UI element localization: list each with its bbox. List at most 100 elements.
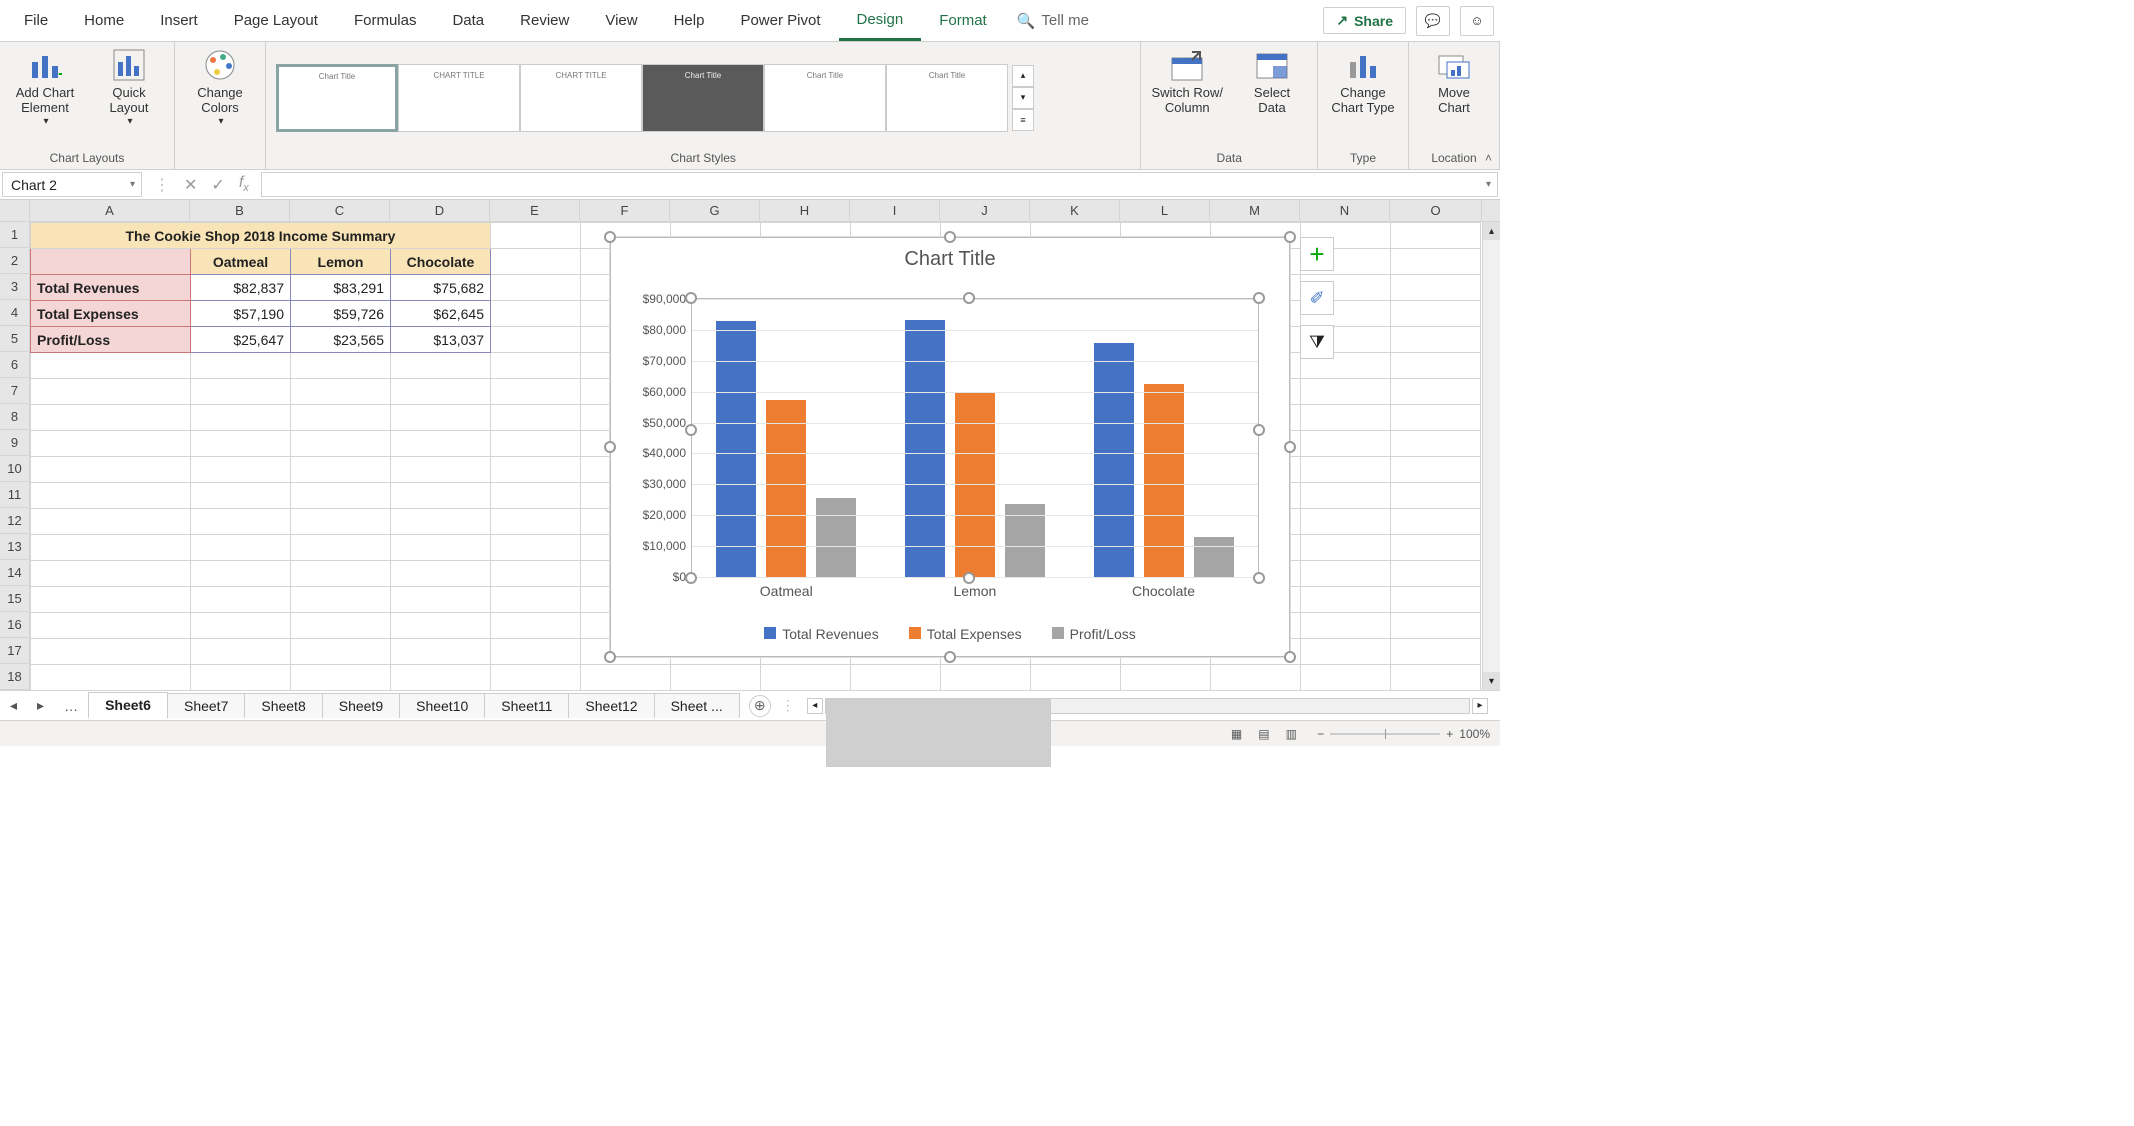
row-header[interactable]: 9 (0, 430, 30, 456)
cancel-icon[interactable]: ✕ (184, 175, 197, 195)
plot-resize-handle[interactable] (685, 292, 697, 304)
tab-format[interactable]: Format (921, 0, 1005, 41)
sheet-nav-more[interactable]: … (54, 698, 88, 714)
sheet-tab[interactable]: Sheet6 (88, 692, 168, 719)
page-break-view-icon[interactable]: ▥ (1279, 727, 1303, 741)
tellme-search[interactable]: 🔍 Tell me (1005, 12, 1101, 30)
cell[interactable]: The Cookie Shop 2018 Income Summary (31, 223, 491, 249)
plot-resize-handle[interactable] (963, 572, 975, 584)
scroll-down-icon[interactable]: ▾ (1483, 672, 1500, 690)
row-header[interactable]: 18 (0, 664, 30, 690)
namebox-options-icon[interactable]: ⋮ (154, 175, 170, 195)
cell[interactable]: $23,565 (291, 327, 391, 353)
cell[interactable]: $59,726 (291, 301, 391, 327)
styles-down-button[interactable]: ▾ (1012, 87, 1034, 109)
cell[interactable]: Profit/Loss (31, 327, 191, 353)
new-sheet-button[interactable]: ⊕ (749, 695, 771, 717)
resize-handle[interactable] (944, 231, 956, 243)
resize-handle[interactable] (604, 651, 616, 663)
column-header[interactable]: G (670, 200, 760, 221)
cell[interactable]: $82,837 (191, 275, 291, 301)
styles-expand-button[interactable]: ≡ (1012, 109, 1034, 131)
row-header[interactable]: 5 (0, 326, 30, 352)
chart-bar[interactable] (905, 320, 945, 577)
legend-entry[interactable]: Profit/Loss (1052, 626, 1136, 642)
row-header[interactable]: 10 (0, 456, 30, 482)
resize-handle[interactable] (1284, 441, 1296, 453)
sheet-options-icon[interactable]: ⋮ (781, 697, 795, 714)
legend-entry[interactable]: Total Revenues (764, 626, 879, 642)
resize-handle[interactable] (1284, 231, 1296, 243)
horizontal-scrollbar[interactable]: ◂ ▸ (805, 698, 1490, 714)
column-header[interactable]: H (760, 200, 850, 221)
column-header[interactable]: M (1210, 200, 1300, 221)
comments-button[interactable]: 💬 (1416, 6, 1450, 36)
cell[interactable]: $13,037 (391, 327, 491, 353)
switch-row-column-button[interactable]: Switch Row/ Column (1151, 48, 1223, 116)
tab-home[interactable]: Home (66, 0, 142, 41)
plot-resize-handle[interactable] (685, 424, 697, 436)
row-header[interactable]: 13 (0, 534, 30, 560)
sheet-nav-next[interactable]: ▸ (27, 697, 54, 714)
name-box[interactable]: Chart 2 (2, 172, 142, 197)
tab-view[interactable]: View (587, 0, 655, 41)
zoom-out-button[interactable]: − (1317, 727, 1324, 741)
chart-style-5[interactable]: Chart Title (764, 64, 886, 132)
chart-styles-button[interactable]: ✐ (1300, 281, 1334, 315)
resize-handle[interactable] (1284, 651, 1296, 663)
page-layout-view-icon[interactable]: ▤ (1252, 727, 1276, 741)
row-header[interactable]: 14 (0, 560, 30, 586)
scroll-left-icon[interactable]: ◂ (807, 698, 823, 714)
scroll-right-icon[interactable]: ▸ (1472, 698, 1488, 714)
resize-handle[interactable] (604, 441, 616, 453)
row-header[interactable]: 7 (0, 378, 30, 404)
chart-bar[interactable] (816, 498, 856, 577)
sheet-tab[interactable]: Sheet10 (399, 693, 485, 718)
tab-insert[interactable]: Insert (142, 0, 216, 41)
row-header[interactable]: 11 (0, 482, 30, 508)
formula-input[interactable] (261, 172, 1498, 197)
row-header[interactable]: 17 (0, 638, 30, 664)
chart-plot-area[interactable]: $0$10,000$20,000$30,000$40,000$50,000$60… (691, 298, 1259, 578)
column-header[interactable]: D (390, 200, 490, 221)
change-chart-type-button[interactable]: Change Chart Type (1328, 48, 1398, 116)
cell[interactable]: Chocolate (391, 249, 491, 275)
plot-resize-handle[interactable] (685, 572, 697, 584)
chart-style-1[interactable]: Chart Title (276, 64, 398, 132)
row-header[interactable]: 15 (0, 586, 30, 612)
cell[interactable]: $57,190 (191, 301, 291, 327)
row-header[interactable]: 2 (0, 248, 30, 274)
sheet-tab[interactable]: Sheet ... (654, 693, 740, 718)
column-header[interactable]: N (1300, 200, 1390, 221)
column-header[interactable]: K (1030, 200, 1120, 221)
enter-icon[interactable]: ✓ (211, 175, 224, 195)
cell-grid[interactable]: The Cookie Shop 2018 Income Summary Oatm… (30, 222, 1482, 690)
column-header[interactable]: O (1390, 200, 1482, 221)
plot-resize-handle[interactable] (1253, 572, 1265, 584)
tab-power-pivot[interactable]: Power Pivot (722, 0, 838, 41)
column-header[interactable]: A (30, 200, 190, 221)
chart-bar[interactable] (716, 321, 756, 577)
column-header[interactable]: I (850, 200, 940, 221)
plot-resize-handle[interactable] (1253, 292, 1265, 304)
chart-legend[interactable]: Total Revenues Total Expenses Profit/Loss (611, 626, 1289, 642)
styles-up-button[interactable]: ▴ (1012, 65, 1034, 87)
chart-bar[interactable] (1094, 343, 1134, 577)
tab-help[interactable]: Help (656, 0, 723, 41)
cell[interactable]: Total Revenues (31, 275, 191, 301)
embedded-chart[interactable]: Chart Title $0$10,000$20,000$30,000$40,0… (610, 237, 1290, 657)
select-data-button[interactable]: Select Data (1237, 48, 1307, 116)
tab-data[interactable]: Data (434, 0, 502, 41)
row-header[interactable]: 8 (0, 404, 30, 430)
scrollbar-thumb[interactable] (826, 699, 1051, 767)
row-header[interactable]: 4 (0, 300, 30, 326)
quick-layout-button[interactable]: Quick Layout▾ (94, 48, 164, 127)
cell[interactable]: $75,682 (391, 275, 491, 301)
row-header[interactable]: 6 (0, 352, 30, 378)
vertical-scrollbar[interactable]: ▴ ▾ (1482, 222, 1500, 690)
chart-filter-button[interactable]: ⧩ (1300, 325, 1334, 359)
select-all-corner[interactable] (0, 200, 30, 222)
share-button[interactable]: ↗ Share (1323, 7, 1406, 34)
legend-entry[interactable]: Total Expenses (909, 626, 1022, 642)
tab-file[interactable]: File (6, 0, 66, 41)
